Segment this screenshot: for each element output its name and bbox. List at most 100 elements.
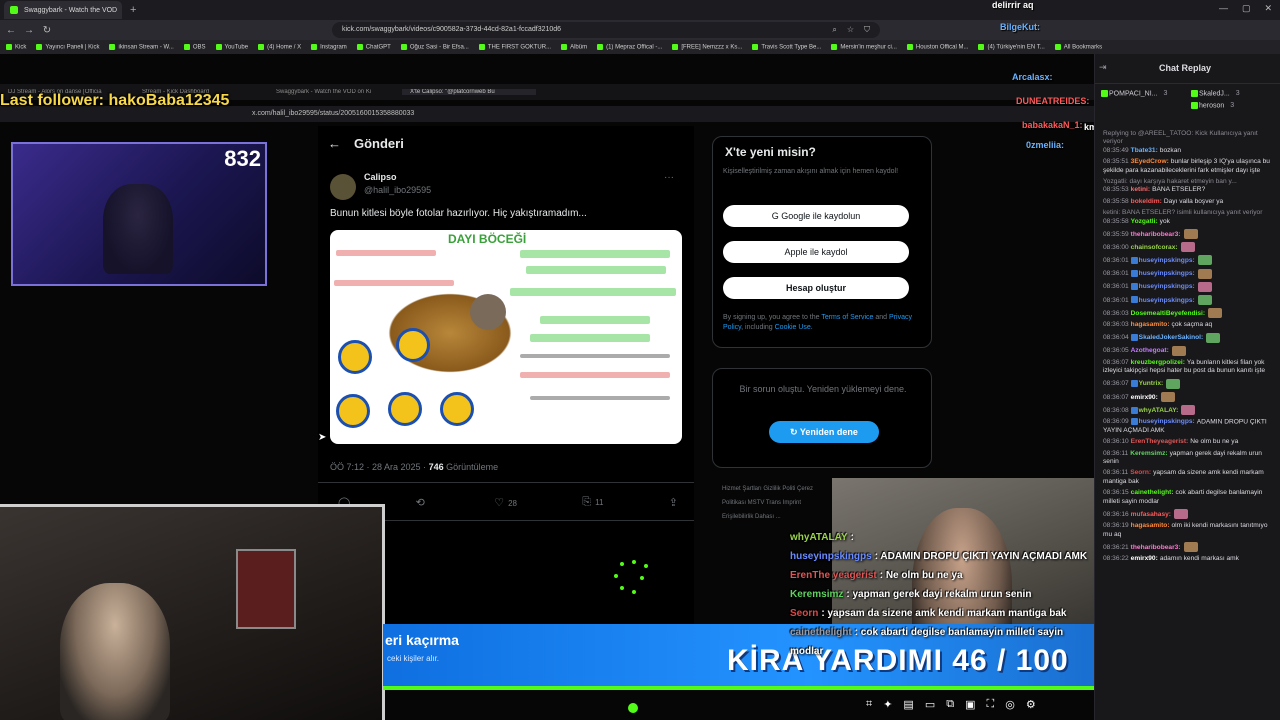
back-icon[interactable]: ← <box>4 25 18 36</box>
retweet-icon[interactable]: ⟲ <box>416 496 429 509</box>
chat-username[interactable]: theharibobear3: <box>1131 231 1181 238</box>
maximize-icon[interactable]: ▢ <box>1242 3 1251 14</box>
bookmark-item[interactable]: [FREE] Nemzzz x Ks... <box>672 43 742 50</box>
bookmark-item[interactable]: Albüm <box>561 43 587 50</box>
chat-username[interactable]: Azothegoat: <box>1131 347 1169 354</box>
back-arrow-icon[interactable]: ← <box>328 136 341 151</box>
close-window-icon[interactable]: ✕ <box>1264 3 1272 14</box>
bookmark-item[interactable]: Mersin'in meşhur ci... <box>831 43 897 50</box>
forward-icon[interactable]: → <box>22 25 36 36</box>
chat-username[interactable]: whyATALAY: <box>1139 407 1179 414</box>
bookmark-item[interactable]: (1) Mepraz Offical -... <box>597 43 662 50</box>
chat-username[interactable]: hagasamito: <box>1131 522 1170 529</box>
tweet-image[interactable]: DAYI BÖCEĞİ <box>330 230 682 444</box>
chat-username[interactable]: Seorn: <box>1130 469 1151 476</box>
chat-username[interactable]: 3EyedCrow: <box>1131 158 1169 165</box>
bookmark-item[interactable]: ChatGPT <box>356 43 391 50</box>
crop-icon[interactable]: ⌗ <box>866 698 872 711</box>
pip-icon[interactable]: ⧉ <box>946 698 954 711</box>
mini-player-icon[interactable]: ▣ <box>965 698 975 711</box>
google-signup-button[interactable]: G Google ile kaydolun <box>723 205 909 227</box>
bookmark-item[interactable]: Oğuz Sasi - Bir Efsa... <box>400 43 469 50</box>
chat-username[interactable]: hagasamito: <box>1131 321 1170 328</box>
browser-tab-active[interactable]: Swaggybark - Watch the VOD ✕ <box>4 1 122 19</box>
chat-reply-context[interactable]: Yozgatli: dayı karşıya hakaret etmeyin b… <box>1103 178 1275 186</box>
create-account-button[interactable]: Hesap oluştur <box>723 277 909 299</box>
chat-username[interactable]: huseyinpskingps: <box>1139 418 1195 425</box>
cookie-use-link[interactable]: Cookie Use. <box>775 324 813 331</box>
like-icon[interactable]: ♡ 28 <box>494 496 517 509</box>
video-player[interactable]: DJ Stream - Alors on danse [Officia Strea… <box>0 54 1094 720</box>
chat-username[interactable]: emirx90: <box>1131 394 1158 401</box>
bookmark-item[interactable]: Travis Scott Type Be... <box>752 43 821 50</box>
pinned-user[interactable]: POMPACI_NI... 3 <box>1101 90 1167 97</box>
retry-button[interactable]: ↻ Yeniden dene <box>769 421 879 443</box>
bookmark-item[interactable]: ikinsan Stream - W... <box>109 43 174 50</box>
bookmark-item[interactable]: Instagram <box>311 43 347 50</box>
chat-username[interactable]: SkaledJokerSakinol: <box>1139 334 1204 341</box>
chat-username[interactable]: theharibobear3: <box>1131 544 1181 551</box>
chat-username[interactable]: DosemealtiBeyefendisi: <box>1131 310 1205 317</box>
chat-username[interactable]: Keremsimz: <box>1130 450 1167 457</box>
tweet-time[interactable]: ÖÖ 7:12 · 28 Ara 2025 · <box>330 462 429 472</box>
bookmark-item[interactable]: All Bookmarks <box>1054 43 1102 50</box>
chat-username[interactable]: Tbate31: <box>1131 147 1158 154</box>
settings-icon[interactable]: ⚙ <box>1026 698 1036 711</box>
collapse-chat-icon[interactable]: ⇥ <box>1099 62 1107 73</box>
chat-username[interactable]: huseyinpskingps: <box>1139 257 1195 264</box>
bookmark-item[interactable]: Yayıncı Paneli | Kick <box>36 43 99 50</box>
avatar[interactable] <box>330 174 356 200</box>
share-icon[interactable]: ⇪ <box>669 496 678 509</box>
bookmark-item[interactable]: Houston Offical M... <box>906 43 968 50</box>
floating-chat-name: delirrir aq <box>992 0 1034 10</box>
chat-username[interactable]: bokeldim: <box>1131 198 1162 205</box>
chat-username[interactable]: huseyinpskingps: <box>1139 297 1195 304</box>
webcam-top: 832 <box>11 142 267 286</box>
chat-username[interactable]: emirx90: <box>1131 555 1158 562</box>
bookmark-item[interactable]: OBS <box>183 43 206 50</box>
pinned-user[interactable]: SkaledJ... 3 <box>1191 90 1240 97</box>
bookmark-item[interactable]: Kick <box>6 43 26 50</box>
stream-browser-tab[interactable]: X'te Calipso: "@platcornweb Bu <box>402 89 536 95</box>
emote-icon <box>1180 242 1195 253</box>
captions-icon[interactable]: ▤ <box>903 698 913 711</box>
fullscreen-icon[interactable]: ⛶ <box>987 698 995 711</box>
bookmark-item[interactable]: (4) Home / X <box>258 43 301 50</box>
footer-links[interactable]: Hizmet Şartları Gizlilik Politi Çerez Po… <box>722 482 832 524</box>
apple-signup-button[interactable]: Apple ile kaydol <box>723 241 909 263</box>
bookmark-item[interactable]: THE FIRST GOKTUR... <box>478 43 551 50</box>
tweet-author-name[interactable]: Calipso <box>364 172 397 182</box>
chat-username[interactable]: ketini: <box>1131 186 1150 193</box>
pinned-user[interactable]: heroson 3 <box>1191 102 1234 109</box>
chat-username[interactable]: huseyinpskingps: <box>1139 270 1195 277</box>
chat-username[interactable]: chainsofcorax: <box>1131 244 1178 251</box>
star-icon[interactable]: ☆ <box>847 22 854 38</box>
like-count: 28 <box>508 499 517 508</box>
stream-browser-tab[interactable]: Swaggybark - Watch the VOD on Ki <box>268 89 402 95</box>
terms-of-service-link[interactable]: Terms of Service <box>821 314 873 321</box>
bookmark-icon[interactable]: ⎘ 11 <box>582 496 603 509</box>
chat-reply-context[interactable]: Replying to @AREEL_TATOO: Kick Kullanıcı… <box>1103 130 1275 147</box>
video-progress-bar[interactable] <box>383 686 1094 690</box>
sparkle-icon[interactable]: ✦ <box>883 698 892 711</box>
chat-username[interactable]: cainethelight: <box>1131 489 1174 496</box>
chat-username[interactable]: huseyinpskingps: <box>1139 283 1195 290</box>
chat-username[interactable]: Yuntrix: <box>1139 380 1164 387</box>
reload-icon[interactable]: ↻ <box>40 25 54 36</box>
more-icon[interactable]: ··· <box>664 172 674 183</box>
chat-username[interactable]: kreuzbergpolizei: <box>1131 359 1185 366</box>
url-input[interactable]: kick.com/swaggybark/videos/c900582a-373d… <box>332 22 880 38</box>
theater-icon[interactable]: ▭ <box>925 698 935 711</box>
new-tab-button[interactable]: + <box>130 4 136 16</box>
bookmark-item[interactable]: YouTube <box>215 43 248 50</box>
zoom-icon[interactable]: ⌕ <box>832 22 836 38</box>
chat-username[interactable]: Yozgatli: <box>1131 218 1158 225</box>
chat-username[interactable]: ErenTheyeagerist: <box>1131 438 1189 445</box>
shield-icon[interactable]: ⛉ <box>864 22 870 38</box>
tweet-author-handle[interactable]: @halil_ibo29595 <box>364 185 431 195</box>
chat-username[interactable]: mufasahasy: <box>1131 511 1171 518</box>
minimize-icon[interactable]: — <box>1219 3 1228 14</box>
bookmark-item[interactable]: (4) Türkiye'nin EN T... <box>978 43 1045 50</box>
clip-icon[interactable]: ◎ <box>1005 698 1015 711</box>
chat-reply-context[interactable]: ketini: BANA ETSELER? isimli kullanıcıya… <box>1103 209 1275 217</box>
